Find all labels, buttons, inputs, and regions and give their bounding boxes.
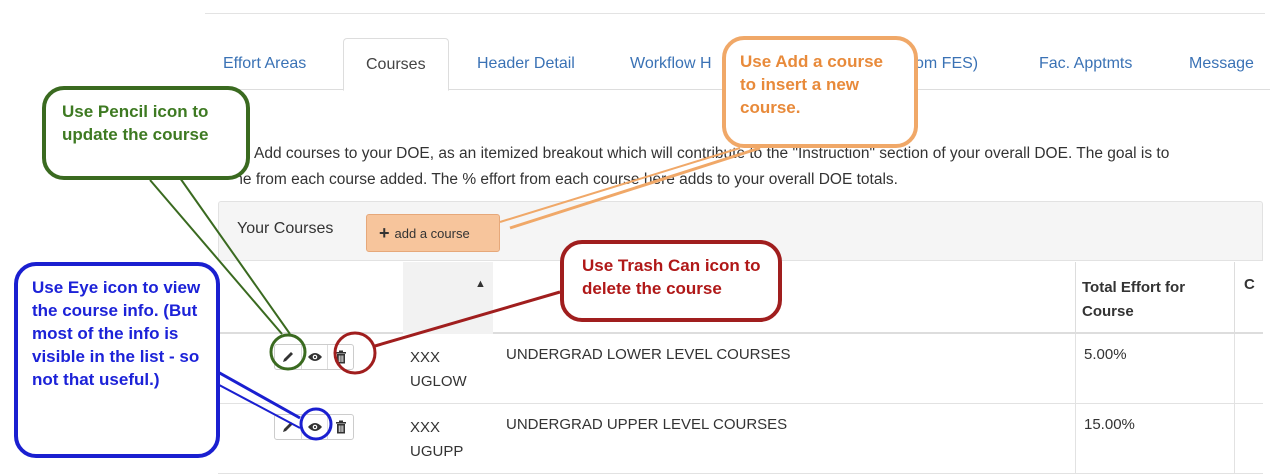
header-next-column[interactable]: C: [1244, 276, 1255, 293]
tab-effort-areas[interactable]: Effort Areas: [223, 38, 306, 90]
top-divider: [205, 13, 1265, 14]
header-total-effort[interactable]: Total Effort for Course: [1082, 276, 1222, 324]
sortable-column-header[interactable]: [403, 262, 493, 334]
intro-text: Add courses to your DOE, as an itemized …: [238, 141, 1270, 193]
row-action-buttons: [274, 414, 354, 440]
course-code: XXX UGUPP: [410, 419, 464, 460]
trash-icon[interactable]: [327, 345, 353, 369]
tab-fac-apptmts[interactable]: Fac. Apptmts: [1039, 38, 1132, 90]
callout-pencil: Use Pencil icon to update the course: [42, 86, 250, 180]
course-name: UNDERGRAD LOWER LEVEL COURSES: [506, 346, 791, 363]
pencil-icon[interactable]: [275, 345, 301, 369]
course-code: XXX UGLOW: [410, 349, 467, 390]
sort-ascending-icon[interactable]: ▲: [475, 278, 486, 290]
row-action-buttons: [274, 344, 354, 370]
column-divider: [1075, 334, 1076, 404]
table-row: XXX UGLOW UNDERGRAD LOWER LEVEL COURSES …: [218, 334, 1263, 404]
column-divider: [1234, 262, 1235, 334]
callout-add-course: Use Add a course to insert a new course.: [722, 36, 918, 148]
plus-icon: +: [379, 223, 390, 243]
column-divider: [1075, 404, 1076, 474]
eye-icon[interactable]: [301, 415, 327, 439]
tab-workflow-history[interactable]: Workflow H: [630, 38, 712, 90]
tab-courses[interactable]: Courses: [343, 38, 449, 91]
add-course-button[interactable]: + add a course: [366, 214, 500, 252]
column-divider: [1075, 262, 1076, 334]
intro-line-2: me from each course added. The % effort …: [238, 171, 898, 188]
add-course-label: add a course: [394, 225, 470, 241]
course-name: UNDERGRAD UPPER LEVEL COURSES: [506, 416, 788, 433]
eye-icon[interactable]: [301, 345, 327, 369]
tab-messages[interactable]: Message: [1189, 38, 1254, 90]
table-row: XXX UGUPP UNDERGRAD UPPER LEVEL COURSES …: [218, 404, 1263, 474]
column-divider: [1234, 334, 1235, 404]
panel-title: Your Courses: [237, 220, 334, 237]
course-effort: 5.00%: [1084, 346, 1127, 363]
tab-from-fes[interactable]: om FES): [915, 38, 978, 90]
callout-eye: Use Eye icon to view the course info. (B…: [14, 262, 220, 458]
course-effort: 15.00%: [1084, 416, 1135, 433]
callout-trash: Use Trash Can icon to delete the course: [560, 240, 782, 322]
trash-icon[interactable]: [327, 415, 353, 439]
tab-header-detail[interactable]: Header Detail: [477, 38, 575, 90]
pencil-icon[interactable]: [275, 415, 301, 439]
column-divider: [1234, 404, 1235, 474]
